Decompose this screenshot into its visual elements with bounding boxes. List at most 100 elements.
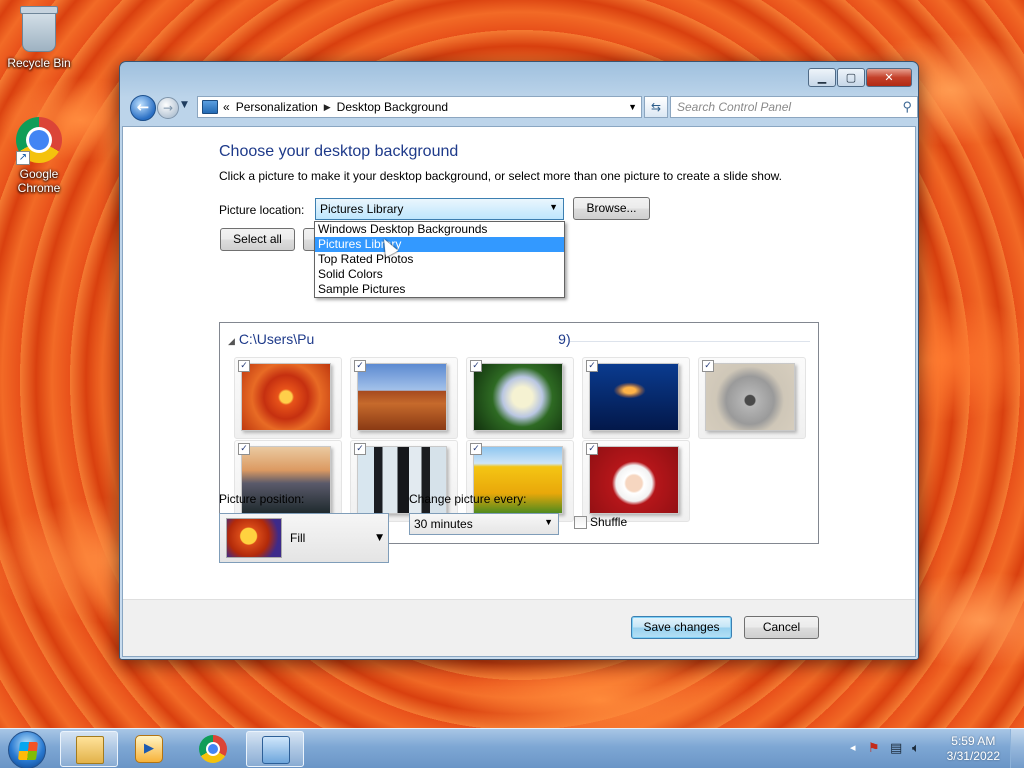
picture-checkbox[interactable]: ✓ [354,443,366,455]
picture-tile-penguins[interactable]: ✓ [350,440,458,522]
clock-date: 3/31/2022 [946,749,1000,763]
dropdown-option-top-rated-photos[interactable]: Top Rated Photos [315,252,564,267]
page-title: Choose your desktop background [219,143,459,160]
maximize-button[interactable]: ▢ [837,68,865,87]
back-button[interactable]: ← [130,95,156,121]
desktop-background-window: ▁ ▢ ✕ ← → ▼ « Personalization ▶ Desktop … [119,61,919,660]
chrome-icon: ↗ [16,117,62,165]
taskbar: ◂ ⚑ ▤ 🔈︎ 5:59 AM 3/31/2022 [0,728,1024,768]
picture-location-dropdown-list: Windows Desktop Backgrounds Pictures Lib… [314,221,565,298]
select-all-button[interactable]: Select all [220,228,295,251]
picture-gallery: ◢ C:\Users\Pu 9) ✓ ✓ ✓ ✓ ✓ ✓ ✓ ✓ ✓ [219,322,819,544]
action-center-icon[interactable]: ⚑ [868,741,880,756]
picture-location-select[interactable]: Pictures Library ▼ [315,198,564,220]
minimize-button[interactable]: ▁ [808,68,836,87]
picture-tile-chrysanthemum[interactable]: ✓ [234,357,342,439]
group-header[interactable]: ◢ C:\Users\Pu 9) [228,331,571,347]
chrysanthemum-thumbnail [241,363,331,431]
collapse-icon[interactable]: ◢ [228,336,235,346]
breadcrumb-desktop-background[interactable]: Desktop Background [337,100,448,114]
picture-location-label: Picture location: [219,203,305,217]
koala-thumbnail [705,363,795,431]
picture-tile-jellyfish[interactable]: ✓ [582,357,690,439]
picture-checkbox[interactable]: ✓ [238,360,250,372]
chevron-down-icon: ▼ [544,517,553,527]
content-area: Choose your desktop background Click a p… [122,126,916,657]
breadcrumb-personalization[interactable]: Personalization [236,100,318,114]
picture-checkbox[interactable]: ✓ [586,443,598,455]
picture-position-label: Picture position: [219,492,305,506]
picture-checkbox[interactable]: ✓ [586,360,598,372]
caption-buttons: ▁ ▢ ✕ [808,68,912,87]
dialog-footer: Save changes Cancel [123,599,915,656]
save-changes-button[interactable]: Save changes [631,616,732,639]
page-description: Click a picture to make it your desktop … [219,169,782,183]
refresh-button[interactable]: ⇆ [644,96,668,118]
dropdown-option-pictures-library[interactable]: Pictures Library [315,237,564,252]
volume-icon[interactable]: 🔈︎ [912,741,920,756]
picture-position-select[interactable]: Fill ▼ [219,513,389,563]
recycle-bin-label: Recycle Bin [7,56,71,70]
picture-tile-desert[interactable]: ✓ [350,357,458,439]
taskbar-control-panel[interactable] [246,731,304,767]
search-icon[interactable]: ⚲ [902,99,912,115]
picture-tile-koala[interactable]: ✓ [698,357,806,439]
picture-tile-hydrangeas[interactable]: ✓ [466,357,574,439]
jellyfish-thumbnail [589,363,679,431]
breadcrumb-overflow[interactable]: « [223,100,230,114]
cancel-button[interactable]: Cancel [744,616,819,639]
taskbar-explorer[interactable] [60,731,118,767]
group-count: 9) [558,331,571,347]
picture-location-value: Pictures Library [320,202,404,216]
taskbar-media-player[interactable] [120,731,178,767]
start-button[interactable] [8,731,46,768]
google-chrome-label: Google Chrome [17,167,61,195]
picture-checkbox[interactable]: ✓ [238,443,250,455]
desert-thumbnail [357,363,447,431]
recent-pages-dropdown[interactable]: ▼ [181,100,188,110]
change-picture-label: Change picture every: [409,492,527,506]
dropdown-option-solid-colors[interactable]: Solid Colors [315,267,564,282]
picture-tile-lighthouse[interactable]: ✓ [234,440,342,522]
change-picture-select[interactable]: 30 minutes ▼ [409,513,559,535]
group-path: C:\Users\Pu [238,331,315,347]
forward-button[interactable]: → [157,97,179,119]
taskbar-chrome[interactable] [184,731,242,767]
picture-checkbox[interactable]: ✓ [702,360,714,372]
clock-time: 5:59 AM [951,734,996,748]
shortcut-arrow-icon: ↗ [16,151,30,165]
system-tray: ◂ ⚑ ▤ 🔈︎ 5:59 AM 3/31/2022 [850,729,1024,768]
picture-checkbox[interactable]: ✓ [470,360,482,372]
shuffle-label[interactable]: Shuffle [590,515,627,529]
dropdown-option-windows-desktop-backgrounds[interactable]: Windows Desktop Backgrounds [315,222,564,237]
show-desktop-button[interactable] [1010,729,1024,768]
picture-tile-santa[interactable]: ✓ [582,440,690,522]
control-panel-icon [202,100,218,114]
chevron-down-icon: ▼ [549,202,558,212]
picture-tile-tulips[interactable]: ✓ [466,440,574,522]
address-dropdown-icon[interactable]: ▼ [628,102,637,112]
desktop-icon-recycle-bin[interactable]: Recycle Bin [1,6,77,70]
browse-button[interactable]: Browse... [573,197,650,220]
chrome-icon [199,735,227,763]
hydrangeas-thumbnail [473,363,563,431]
recycle-bin-icon [20,6,58,52]
tray-flag-icon: ◂ [850,741,856,754]
picture-checkbox[interactable]: ✓ [470,443,482,455]
change-picture-value: 30 minutes [414,517,473,531]
address-bar[interactable]: « Personalization ▶ Desktop Background ▼ [197,96,642,118]
search-placeholder: Search Control Panel [677,100,792,114]
santa-thumbnail [589,446,679,514]
shuffle-checkbox[interactable] [574,516,587,529]
folder-icon [76,736,104,764]
desktop-icon-google-chrome[interactable]: ↗ Google Chrome [1,117,77,195]
navigation-bar: ← → ▼ « Personalization ▶ Desktop Backgr… [128,94,918,121]
close-button[interactable]: ✕ [866,68,912,87]
picture-checkbox[interactable]: ✓ [354,360,366,372]
breadcrumb-separator-icon[interactable]: ▶ [324,102,331,113]
clock[interactable]: 5:59 AM 3/31/2022 [947,734,1000,764]
network-icon[interactable]: ▤ [890,741,902,756]
dropdown-option-sample-pictures[interactable]: Sample Pictures [315,282,564,297]
picture-position-value: Fill [290,531,306,545]
search-input[interactable]: Search Control Panel ⚲ [670,96,918,118]
